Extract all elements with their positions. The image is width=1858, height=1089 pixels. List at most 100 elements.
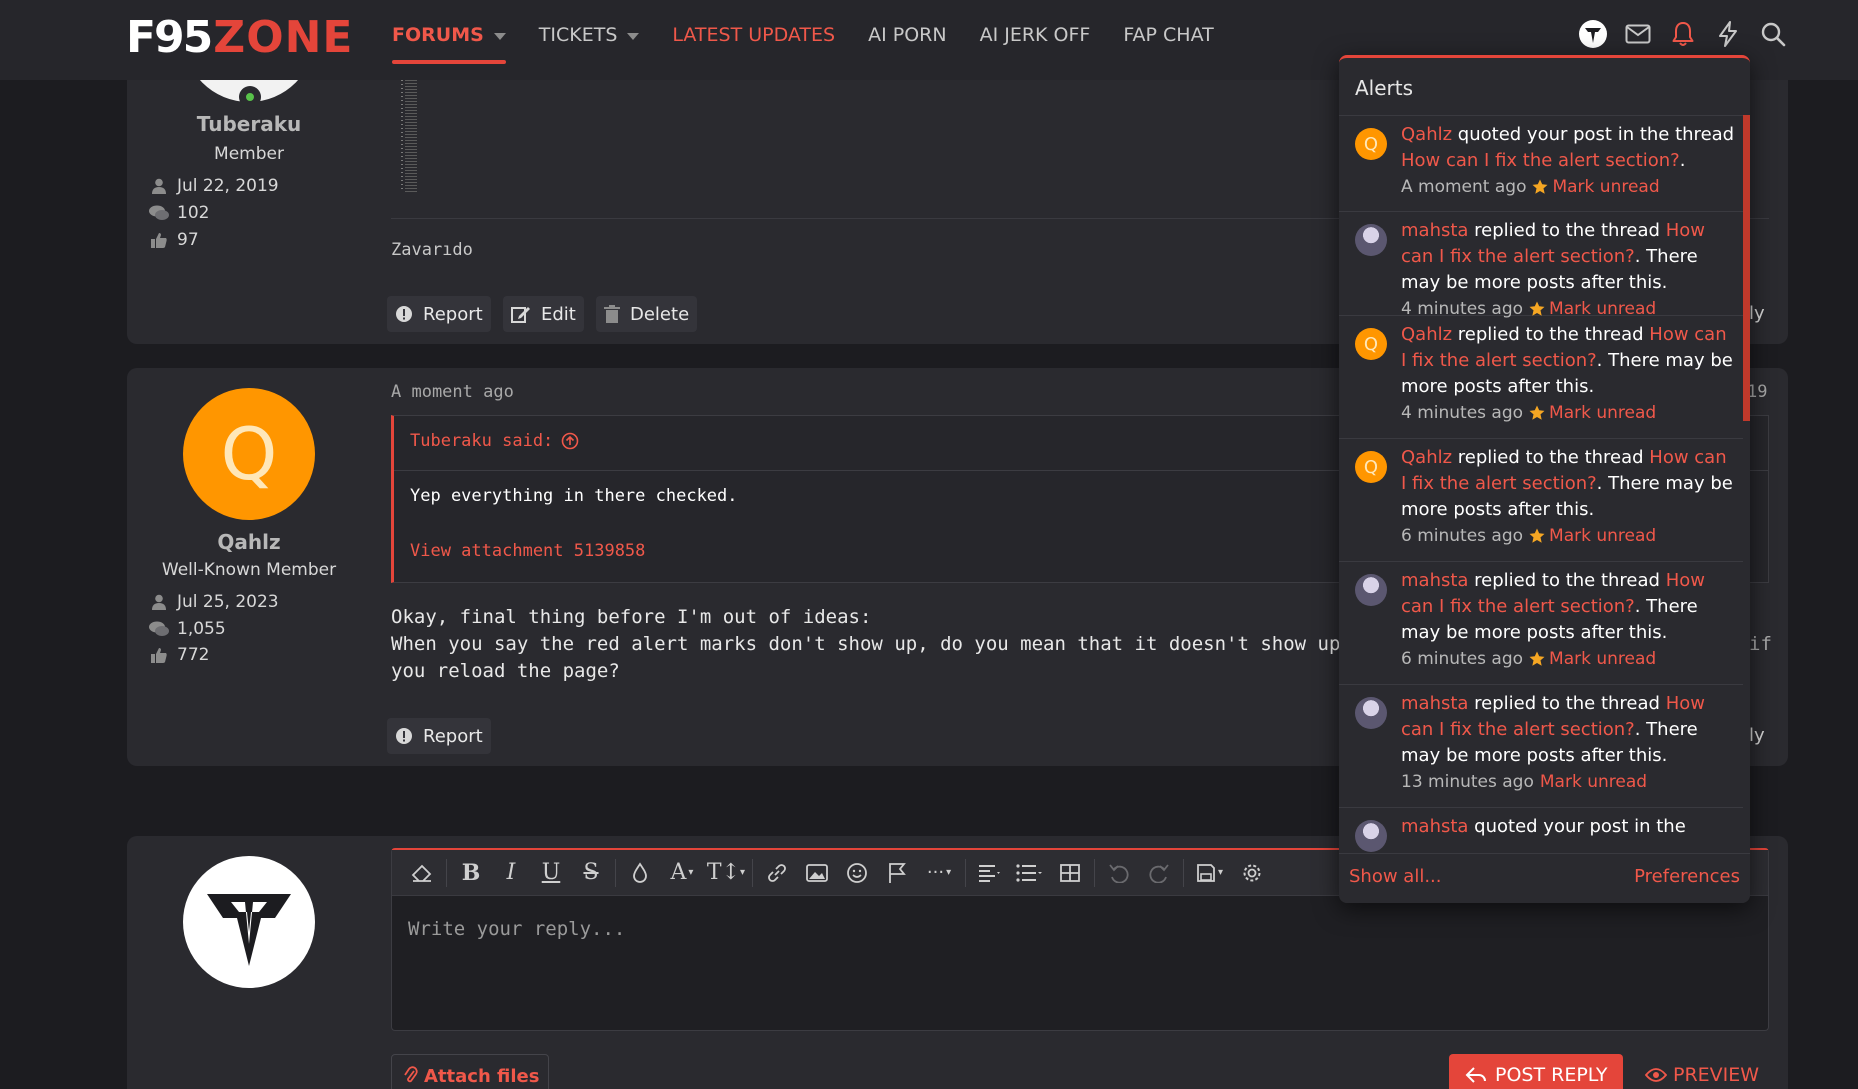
alert-user[interactable]: mahsta	[1401, 693, 1468, 714]
alert-item[interactable]: mahsta replied to the thread How can I f…	[1339, 562, 1743, 685]
align-icon[interactable]	[970, 853, 1010, 893]
alert-item[interactable]: Q Qahlz replied to the thread How can I …	[1339, 316, 1743, 439]
alert-user[interactable]: mahsta	[1401, 816, 1468, 837]
alerts-scrollbar[interactable]	[1743, 115, 1750, 421]
preview-button[interactable]: PREVIEW	[1645, 1054, 1759, 1089]
attachment-thumbnail[interactable]	[395, 80, 423, 192]
alert-user[interactable]: Qahlz	[1401, 447, 1452, 468]
reply-link-partial[interactable]: ly	[1749, 725, 1765, 746]
strike-icon[interactable]: S	[571, 853, 611, 893]
mark-unread-link[interactable]: Mark unread	[1549, 400, 1656, 426]
avatar[interactable]	[1355, 574, 1387, 606]
avatar[interactable]	[183, 856, 315, 988]
alert-action: replied to the thread	[1468, 220, 1666, 241]
preferences-link[interactable]: Preferences	[1634, 866, 1740, 887]
reply-link-partial[interactable]: ly	[1749, 303, 1765, 324]
undo-icon[interactable]	[1099, 853, 1139, 893]
post-time[interactable]: A moment ago	[391, 382, 514, 402]
save-icon[interactable]: ▾	[1188, 853, 1232, 893]
mark-unread-link[interactable]: Mark unread	[1552, 174, 1659, 200]
alert-user[interactable]: Qahlz	[1401, 124, 1452, 145]
bell-icon[interactable]	[1668, 18, 1698, 50]
flag-icon[interactable]	[877, 853, 917, 893]
list-icon[interactable]	[1010, 853, 1050, 893]
alert-time[interactable]: 4 minutes ago	[1401, 400, 1523, 426]
post-user-info: Q Qahlz Well-Known Member Jul 25, 2023 1…	[127, 368, 371, 766]
avatar[interactable]: Q	[183, 388, 315, 520]
table-icon[interactable]	[1050, 853, 1090, 893]
alerts-title: Alerts	[1355, 76, 1414, 100]
arrow-up-circle-icon[interactable]	[561, 432, 579, 450]
quote-attachment-link[interactable]: View attachment 5139858	[410, 541, 645, 561]
reactions-count: 97	[177, 230, 199, 250]
header-icons	[1563, 18, 1788, 50]
nav-forums[interactable]: FORUMS	[392, 0, 506, 64]
nav-tickets-label: TICKETS	[538, 24, 618, 46]
nav-ai-jerk-off[interactable]: AI JERK OFF	[980, 0, 1091, 64]
edit-button[interactable]: Edit	[503, 296, 584, 332]
alert-time[interactable]: A moment ago	[1401, 174, 1526, 200]
search-icon[interactable]	[1758, 18, 1788, 50]
envelope-icon[interactable]	[1623, 18, 1653, 50]
post-reply-button[interactable]: POST REPLY	[1449, 1054, 1623, 1089]
user-title: Member	[214, 144, 284, 164]
mark-unread-link[interactable]: Mark unread	[1540, 769, 1647, 795]
underline-icon[interactable]: U	[531, 853, 571, 893]
italic-icon[interactable]: I	[491, 853, 531, 893]
report-button[interactable]: Report	[387, 718, 491, 754]
attach-files-button[interactable]: Attach files	[391, 1054, 549, 1089]
redo-icon[interactable]	[1139, 853, 1179, 893]
alert-user[interactable]: Qahlz	[1401, 324, 1452, 345]
reply-placeholder[interactable]: Write your reply...	[408, 918, 625, 940]
delete-button[interactable]: Delete	[596, 296, 698, 332]
alert-item[interactable]: mahsta replied to the thread How can I f…	[1339, 685, 1743, 808]
alert-time[interactable]: 6 minutes ago	[1401, 646, 1523, 672]
nav-latest-updates[interactable]: LATEST UPDATES	[672, 0, 835, 64]
alert-time[interactable]: 6 minutes ago	[1401, 523, 1523, 549]
avatar[interactable]: Q	[1355, 128, 1387, 160]
username[interactable]: Qahlz	[127, 530, 371, 554]
report-button[interactable]: Report	[387, 296, 491, 332]
nav-fap-chat[interactable]: FAP CHAT	[1123, 0, 1213, 64]
text-size-icon[interactable]: T↕ ▾	[704, 853, 748, 893]
alert-user[interactable]: mahsta	[1401, 570, 1468, 591]
alert-item[interactable]: Q Qahlz replied to the thread How can I …	[1339, 439, 1743, 562]
bolt-icon[interactable]	[1713, 18, 1743, 50]
show-all-link[interactable]: Show all...	[1349, 866, 1442, 887]
image-icon[interactable]	[797, 853, 837, 893]
link-icon[interactable]	[757, 853, 797, 893]
alert-thread-link[interactable]: How can I fix the alert section?	[1401, 150, 1680, 171]
avatar[interactable]: Q	[1355, 451, 1387, 483]
chevron-down-icon[interactable]	[493, 32, 506, 40]
avatar[interactable]: Q	[1355, 328, 1387, 360]
avatar[interactable]	[1355, 224, 1387, 256]
site-logo[interactable]: F95 ZONE	[126, 16, 354, 60]
more-icon[interactable]: ··· ▾	[917, 853, 961, 893]
chevron-down-icon[interactable]	[627, 32, 640, 40]
eraser-icon[interactable]	[402, 853, 442, 893]
alert-time[interactable]: 13 minutes ago	[1401, 769, 1534, 795]
bold-icon[interactable]: B	[451, 853, 491, 893]
username[interactable]: Tuberaku	[127, 112, 371, 136]
alerts-list[interactable]: Q Qahlz quoted your post in the thread H…	[1339, 115, 1743, 903]
alert-item[interactable]: Q Qahlz quoted your post in the thread H…	[1339, 116, 1743, 212]
signature: Zavarıdo	[391, 240, 473, 260]
post-number-partial[interactable]: 19	[1747, 382, 1767, 402]
user-avatar-icon[interactable]	[1578, 18, 1608, 50]
avatar[interactable]	[1355, 820, 1387, 852]
online-indicator-icon	[239, 86, 261, 108]
nav-ai-porn-label: AI PORN	[868, 24, 947, 46]
settings-icon[interactable]	[1232, 853, 1272, 893]
nav-tickets[interactable]: TICKETS	[539, 0, 640, 64]
quote-author[interactable]: Tuberaku said:	[410, 431, 579, 451]
nav-ai-porn[interactable]: AI PORN	[868, 0, 946, 64]
avatar[interactable]	[1355, 697, 1387, 729]
alert-user[interactable]: mahsta	[1401, 220, 1468, 241]
alert-circle-icon	[395, 305, 413, 323]
color-icon[interactable]	[620, 853, 660, 893]
mark-unread-link[interactable]: Mark unread	[1549, 646, 1656, 672]
smilie-icon[interactable]	[837, 853, 877, 893]
font-size-icon[interactable]: A ▾	[660, 853, 704, 893]
mark-unread-link[interactable]: Mark unread	[1549, 523, 1656, 549]
alert-item[interactable]: mahsta replied to the thread How can I f…	[1339, 212, 1743, 319]
